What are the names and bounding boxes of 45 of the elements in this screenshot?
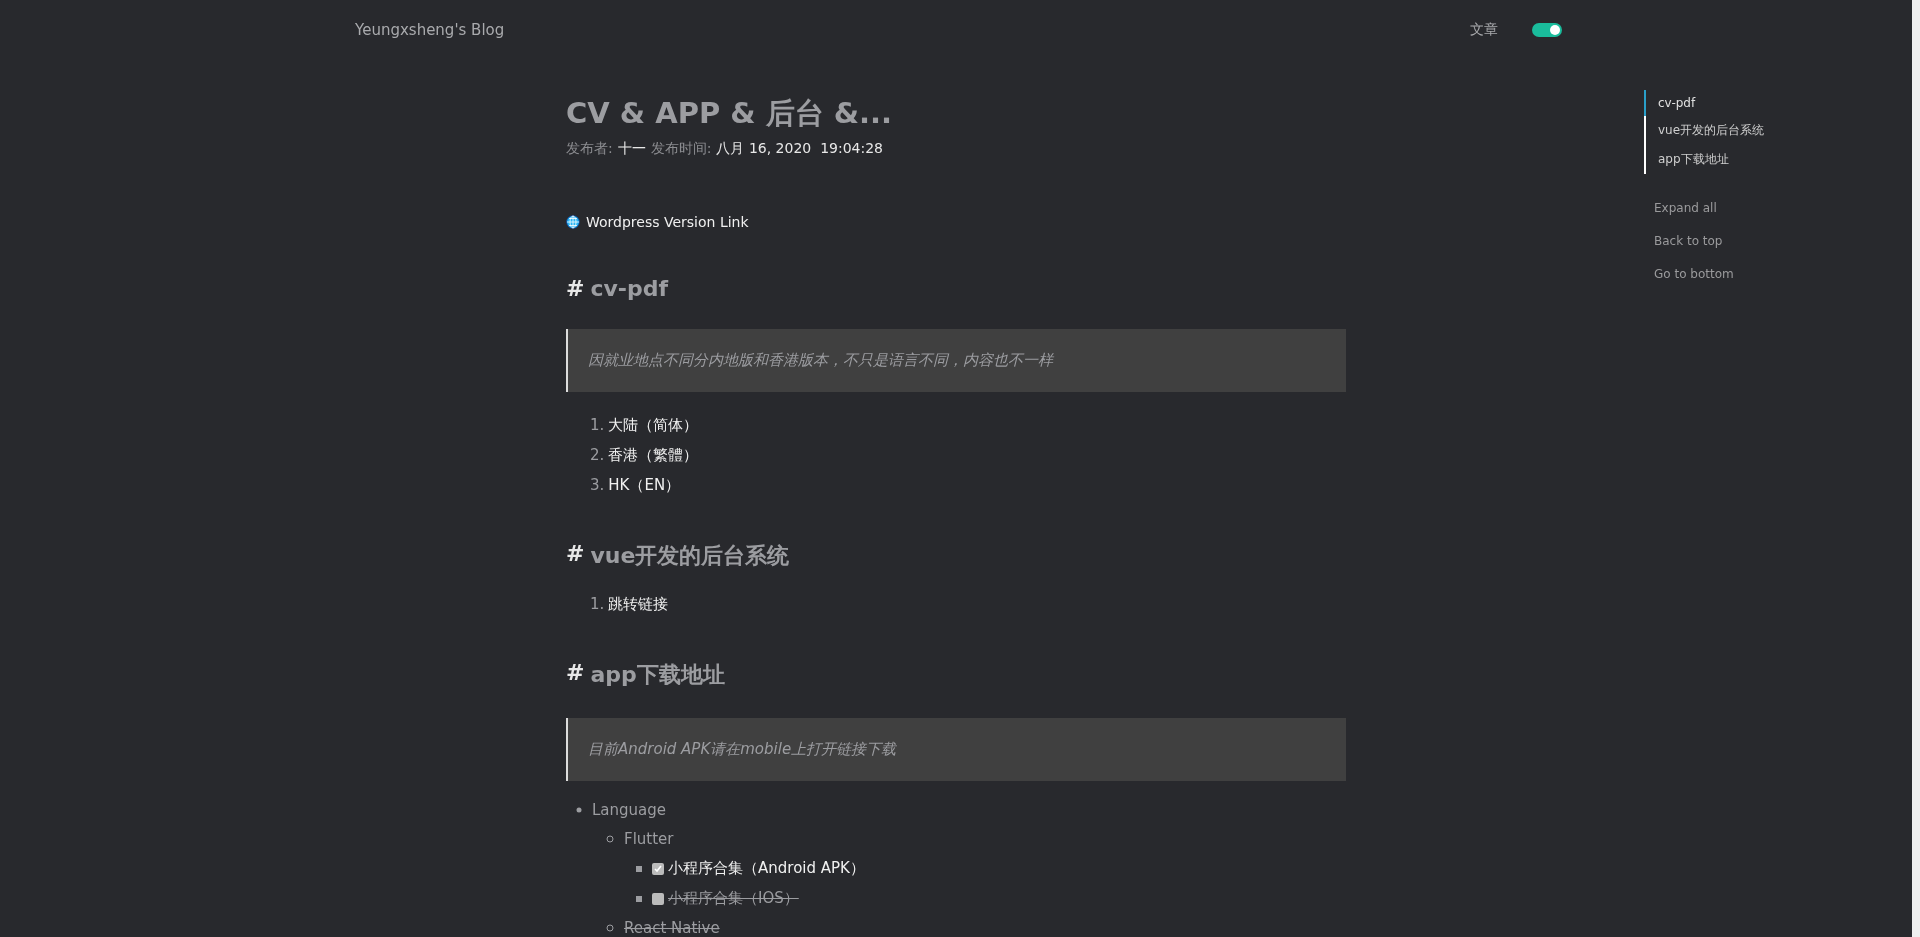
list-item: 小程序合集（Android APK） <box>668 859 865 878</box>
bullet-icon <box>636 865 642 872</box>
heading-anchor[interactable]: # <box>566 660 585 690</box>
globe-icon <box>566 215 580 229</box>
toc-item[interactable]: app下载地址 <box>1644 145 1765 174</box>
checkbox[interactable] <box>652 892 664 905</box>
wordpress-link[interactable]: Wordpress Version Link <box>586 214 749 230</box>
nav-link[interactable]: 文章 <box>1470 21 1498 39</box>
list-item: React Native <box>624 919 720 937</box>
list-item: Flutter <box>624 830 674 848</box>
section-heading: cv-pdf <box>590 276 669 301</box>
bullet-icon <box>606 835 614 843</box>
meta-value: 十一 <box>617 140 646 158</box>
list-number: 1. <box>590 416 605 435</box>
checkbox[interactable] <box>652 862 664 875</box>
bullet-icon <box>636 895 642 902</box>
section-heading: app下载地址 <box>590 661 725 689</box>
section-heading: vue开发的后台系统 <box>590 542 790 570</box>
theme-toggle[interactable] <box>1532 23 1562 37</box>
meta-value: 八月 16, 2020 19:04:28 <box>716 140 883 158</box>
list-item: 小程序合集（IOS） <box>668 889 799 908</box>
scrollbar[interactable] <box>1912 0 1920 937</box>
meta-label: 发布时间: <box>650 140 712 158</box>
blockquote: 目前Android APK请在mobile上打开链接下载 <box>566 718 1346 781</box>
toc-item[interactable]: vue开发的后台系统 <box>1644 116 1765 145</box>
heading-anchor[interactable]: # <box>566 541 585 571</box>
heading-anchor[interactable]: # <box>566 276 585 301</box>
blog-title[interactable]: Yeungxsheng's Blog <box>355 21 1470 39</box>
meta-label: 发布者: <box>566 140 613 158</box>
toc-action-link[interactable]: Back to top <box>1654 234 1765 248</box>
bullet-icon <box>576 807 582 813</box>
bullet-icon <box>606 924 614 932</box>
toc-action-link[interactable]: Expand all <box>1654 201 1765 215</box>
toc-item[interactable]: cv-pdf <box>1644 90 1765 116</box>
list-item: 香港（繁體） <box>608 446 699 465</box>
list-item: 大陆（简体） <box>608 416 699 435</box>
list-item: 跳转链接 <box>608 595 669 614</box>
post-title: CV & APP & 后台 &... <box>566 95 894 132</box>
list-item: Language <box>592 801 667 819</box>
blockquote: 因就业地点不同分内地版和香港版本，不只是语言不同，内容也不一样 <box>566 329 1346 392</box>
list-number: 3. <box>590 476 605 495</box>
toc-action-link[interactable]: Go to bottom <box>1654 267 1765 281</box>
list-number: 2. <box>590 446 605 465</box>
list-item: HK（EN） <box>608 476 681 495</box>
list-number: 1. <box>590 595 605 614</box>
